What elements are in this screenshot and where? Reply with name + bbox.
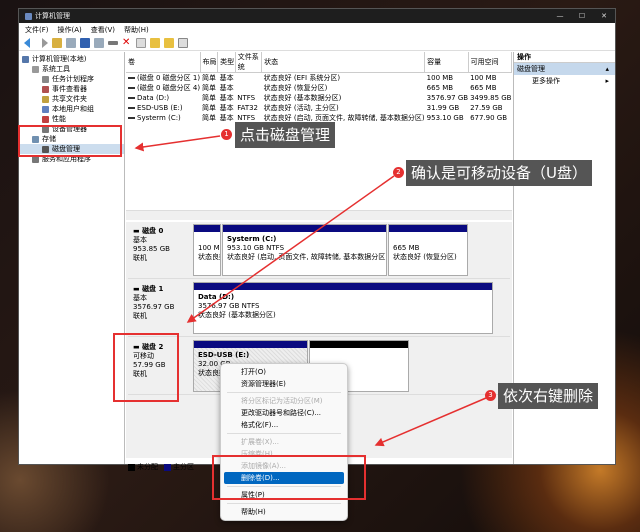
annotation-badge-1: 1 [221, 129, 232, 140]
annotation-callout-2: 确认是可移动设备（U盘） [406, 160, 592, 186]
highlight-delete [212, 455, 366, 500]
annotation-badge-3: 3 [485, 390, 496, 401]
annotation-badge-2: 2 [393, 167, 404, 178]
highlight-storage [18, 125, 122, 157]
arrow-2 [186, 175, 395, 323]
annotation-arrows [134, 135, 487, 447]
annotation-callout-1: 点击磁盘管理 [235, 122, 336, 148]
annotation-callout-3: 依次右键删除 [498, 383, 599, 409]
arrow-3 [374, 397, 487, 447]
highlight-disk2 [113, 333, 179, 402]
arrow-1 [134, 135, 221, 152]
